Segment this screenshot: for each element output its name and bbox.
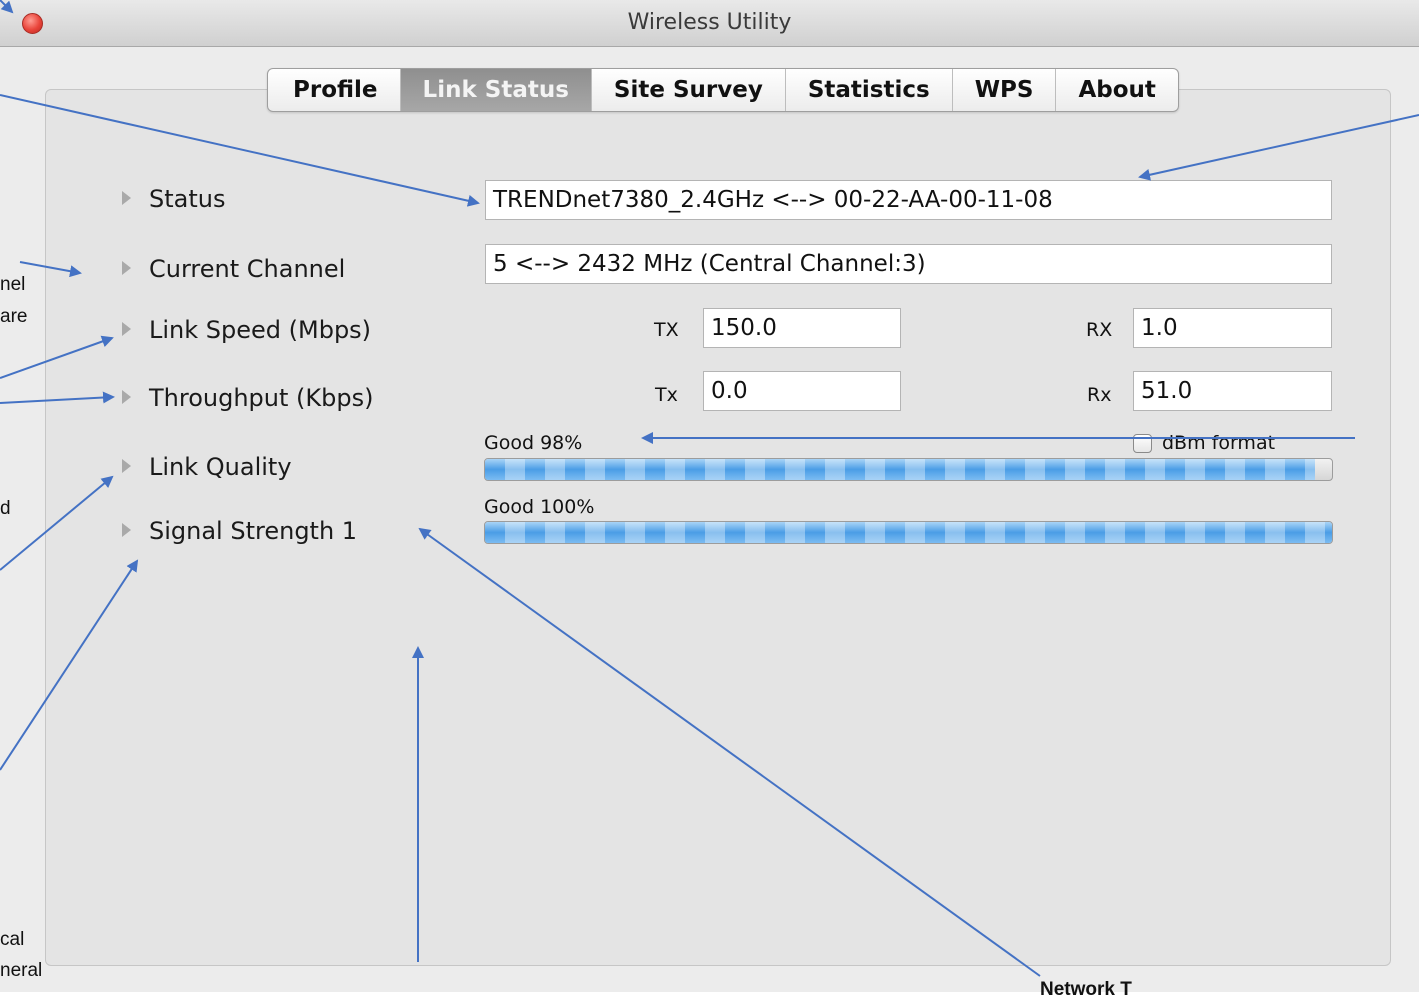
arrow-to-throughput [0, 391, 115, 404]
arrow-corner [0, 0, 14, 14]
arrow-to-signal-strength [0, 559, 139, 771]
arrow-to-link-speed [0, 335, 114, 379]
arrow-to-current-channel [19, 261, 82, 278]
arrow-to-status-right [1138, 114, 1419, 181]
arrow-to-link-quality [0, 475, 114, 571]
wireless-utility-window: Wireless Utility Profile Link Status Sit… [0, 0, 1419, 1000]
arrow-to-status [0, 94, 480, 207]
arrow-to-signal-strength-label [418, 527, 1041, 977]
callout-arrows [0, 0, 1419, 977]
